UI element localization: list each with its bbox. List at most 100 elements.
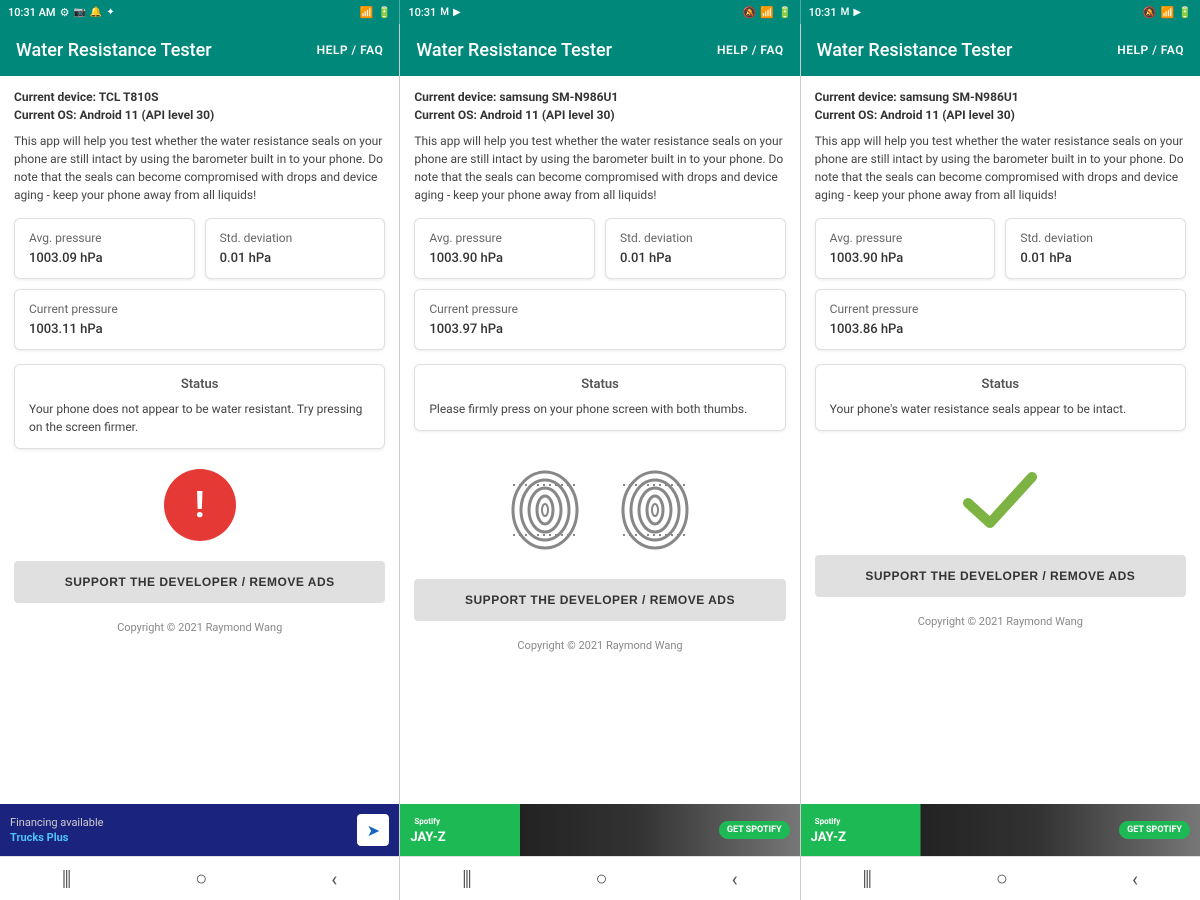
battery-icon-3: 🔋 xyxy=(1178,6,1192,19)
wifi-icon-2: 📶 xyxy=(760,6,774,19)
nav-back-2[interactable]: ‹ xyxy=(732,867,738,891)
battery-icon-2: 🔋 xyxy=(778,6,792,19)
app-title-3: Water Resistance Tester xyxy=(817,40,1013,61)
std-deviation-card-3: Std. deviation 0.01 hPa xyxy=(1005,218,1186,279)
nav-home-3[interactable]: ○ xyxy=(996,866,1008,891)
os-info-3: Current OS: Android 11 (API level 30) xyxy=(815,108,1186,122)
nav-home-2[interactable]: ○ xyxy=(596,866,608,891)
notification-icon: 🔔 xyxy=(90,7,102,18)
std-value-3: 0.01 hPa xyxy=(1020,251,1171,266)
mute-icon-3: 🔕 xyxy=(1143,6,1157,19)
status-text-3: Your phone's water resistance seals appe… xyxy=(830,400,1171,418)
nav-back-3[interactable]: ‹ xyxy=(1132,867,1138,891)
std-label-3: Std. deviation xyxy=(1020,231,1171,245)
device-info-2: Current device: samsung SM-N986U1 xyxy=(414,90,785,104)
support-button-3[interactable]: SUPPORT THE DEVELOPER / REMOVE ADS xyxy=(815,555,1186,597)
device-info-3: Current device: samsung SM-N986U1 xyxy=(815,90,1186,104)
nav-recent-2[interactable]: ⫼ xyxy=(462,867,471,891)
panel-content-1: Current device: TCL T810S Current OS: An… xyxy=(0,76,399,804)
checkmark-area xyxy=(815,445,1186,555)
std-label-2: Std. deviation xyxy=(620,231,771,245)
os-info-2: Current OS: Android 11 (API level 30) xyxy=(414,108,785,122)
current-pressure-card-2: Current pressure 1003.97 hPa xyxy=(414,289,785,350)
status-bar-right-1: 📶 🔋 xyxy=(360,6,391,19)
status-card-1: Status Your phone does not appear to be … xyxy=(14,364,385,449)
nav-home-1[interactable]: ○ xyxy=(195,866,207,891)
avg-pressure-label-3: Avg. pressure xyxy=(830,231,981,245)
current-pressure-label-2: Current pressure xyxy=(429,302,770,316)
wifi-icon-3: 📶 xyxy=(1161,6,1175,19)
spotify-cta-3[interactable]: GET SPOTIFY xyxy=(1119,821,1190,839)
current-pressure-value-1: 1003.11 hPa xyxy=(29,322,370,337)
time-2: 10:31 xyxy=(408,6,436,19)
nav-bar-3: ⫼ ○ ‹ xyxy=(801,856,1200,900)
description-2: This app will help you test whether the … xyxy=(414,132,785,204)
description-1: This app will help you test whether the … xyxy=(14,132,385,204)
media-icon-3: ▶ xyxy=(853,7,861,18)
panel-1: Water Resistance Tester HELP / FAQ Curre… xyxy=(0,24,400,900)
spotify-cta-2[interactable]: GET SPOTIFY xyxy=(719,821,790,839)
fingerprint-area-2 xyxy=(414,445,785,579)
ad-banner-1[interactable]: Financing available Trucks Plus ➤ xyxy=(0,804,399,856)
ad-info-1: Financing available Trucks Plus xyxy=(10,816,103,844)
panel-content-3: Current device: samsung SM-N986U1 Curren… xyxy=(801,76,1200,804)
app-header-2: Water Resistance Tester HELP / FAQ xyxy=(400,24,799,76)
copyright-3: Copyright © 2021 Raymond Wang xyxy=(815,607,1186,636)
support-button-2[interactable]: SUPPORT THE DEVELOPER / REMOVE ADS xyxy=(414,579,785,621)
status-card-2: Status Please firmly press on your phone… xyxy=(414,364,785,431)
time-1: 10:31 AM xyxy=(8,6,56,19)
nav-recent-3[interactable]: ⫼ xyxy=(863,867,872,891)
nav-bar-1: ⫼ ○ ‹ xyxy=(0,856,399,900)
spotify-logo-2: Spotify xyxy=(410,815,445,828)
battery-icon: 🔋 xyxy=(378,6,392,19)
current-pressure-value-3: 1003.86 hPa xyxy=(830,322,1171,337)
std-deviation-card-2: Std. deviation 0.01 hPa xyxy=(605,218,786,279)
spotify-ad-3[interactable]: Spotify JAY-Z GET SPOTIFY xyxy=(801,804,1200,856)
status-bar-right-3: 🔕 📶 🔋 xyxy=(1143,6,1192,19)
current-pressure-label-3: Current pressure xyxy=(830,302,1171,316)
extra-icon: ✦ xyxy=(106,7,114,18)
spotify-ad-2[interactable]: Spotify JAY-Z GET SPOTIFY xyxy=(400,804,799,856)
spotify-artist-3: JAY-Z xyxy=(811,830,846,845)
fingerprint-right[interactable] xyxy=(615,465,695,559)
status-bar-left-2: 10:31 M ▶ xyxy=(408,6,460,19)
check-icon xyxy=(960,465,1040,535)
std-label-1: Std. deviation xyxy=(220,231,371,245)
current-pressure-card-1: Current pressure 1003.11 hPa xyxy=(14,289,385,350)
device-info-1: Current device: TCL T810S xyxy=(14,90,385,104)
std-value-1: 0.01 hPa xyxy=(220,251,371,266)
mute-icon: 🔕 xyxy=(743,6,757,19)
nav-back-1[interactable]: ‹ xyxy=(331,867,337,891)
fingerprint-left[interactable] xyxy=(505,465,585,559)
status-bar-left-1: 10:31 AM ⚙ 📷 🔔 ✦ xyxy=(8,6,115,19)
app-header-3: Water Resistance Tester HELP / FAQ xyxy=(801,24,1200,76)
time-3: 10:31 xyxy=(809,6,837,19)
app-title-1: Water Resistance Tester xyxy=(16,40,212,61)
ad-brand-1: Trucks Plus xyxy=(10,831,103,844)
error-icon-1: ! xyxy=(164,469,236,541)
std-value-2: 0.01 hPa xyxy=(620,251,771,266)
current-pressure-card-3: Current pressure 1003.86 hPa xyxy=(815,289,1186,350)
std-deviation-card-1: Std. deviation 0.01 hPa xyxy=(205,218,386,279)
avg-pressure-value-3: 1003.90 hPa xyxy=(830,251,981,266)
spotify-logo-3: Spotify xyxy=(811,815,846,828)
help-link-2[interactable]: HELP / FAQ xyxy=(717,43,784,57)
avg-pressure-card-2: Avg. pressure 1003.90 hPa xyxy=(414,218,595,279)
media-icon: ▶ xyxy=(453,7,461,18)
settings-icon: ⚙ xyxy=(60,6,70,19)
nav-recent-1[interactable]: ⫼ xyxy=(62,867,71,891)
avg-pressure-card-1: Avg. pressure 1003.09 hPa xyxy=(14,218,195,279)
help-link-1[interactable]: HELP / FAQ xyxy=(317,43,384,57)
current-pressure-value-2: 1003.97 hPa xyxy=(429,322,770,337)
avg-pressure-value-2: 1003.90 hPa xyxy=(429,251,580,266)
copyright-1: Copyright © 2021 Raymond Wang xyxy=(14,613,385,642)
help-link-3[interactable]: HELP / FAQ xyxy=(1117,43,1184,57)
status-title-3: Status xyxy=(830,377,1171,392)
status-text-2: Please firmly press on your phone screen… xyxy=(429,400,770,418)
pressure-row-1: Avg. pressure 1003.09 hPa Std. deviation… xyxy=(14,218,385,279)
current-pressure-label-1: Current pressure xyxy=(29,302,370,316)
app-header-1: Water Resistance Tester HELP / FAQ xyxy=(0,24,399,76)
avg-pressure-value-1: 1003.09 hPa xyxy=(29,251,180,266)
support-button-1[interactable]: SUPPORT THE DEVELOPER / REMOVE ADS xyxy=(14,561,385,603)
pressure-row-2: Avg. pressure 1003.90 hPa Std. deviation… xyxy=(414,218,785,279)
